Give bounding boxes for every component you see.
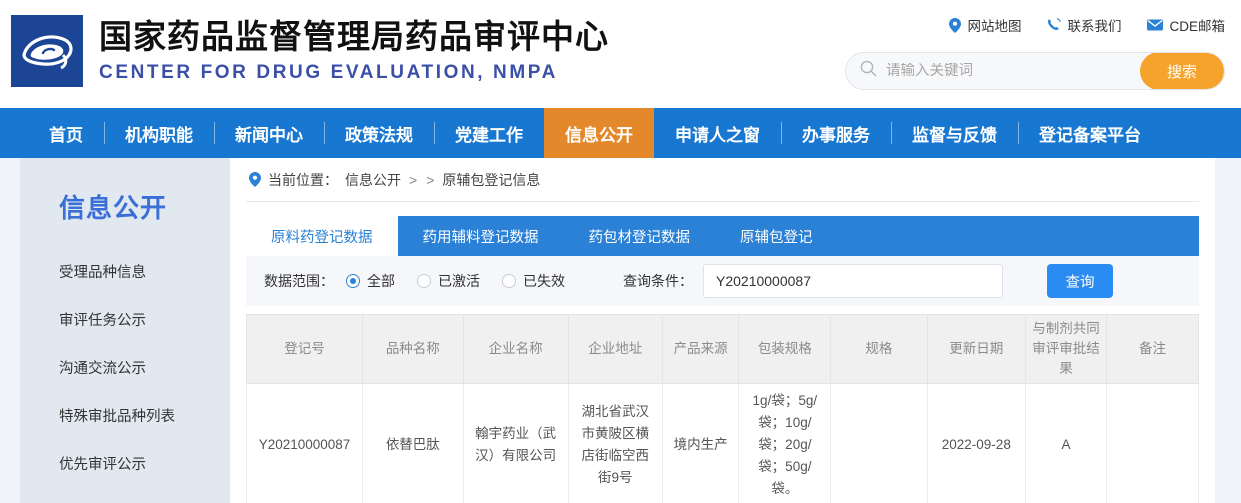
col-company-address: 企业地址	[568, 315, 662, 384]
col-product-source: 产品来源	[662, 315, 739, 384]
radio-all-dot	[346, 274, 360, 288]
brand: 国家药品监督管理局药品审评中心 CENTER FOR DRUG EVALUATI…	[0, 0, 609, 87]
breadcrumb-root[interactable]: 信息公开	[345, 170, 401, 190]
nav-item-info-disclosure[interactable]: 信息公开	[544, 108, 654, 158]
nav-item-services[interactable]: 办事服务	[781, 108, 891, 158]
nav-item-supervision[interactable]: 监督与反馈	[891, 108, 1018, 158]
col-registration-no: 登记号	[247, 315, 363, 384]
cell-review-result: A	[1026, 384, 1107, 503]
query-condition-label: 查询条件：	[623, 271, 693, 291]
top-link-contact-label: 联系我们	[1067, 15, 1121, 35]
results-table-wrapper: 登记号 品种名称 企业名称 企业地址 产品来源 包装规格 规格 更新日期 与制剂…	[246, 314, 1199, 503]
sidebar-item-review-tasks[interactable]: 审评任务公示	[20, 297, 230, 345]
data-scope-label: 数据范围：	[264, 271, 334, 291]
breadcrumb-prefix: 当前位置：	[268, 170, 338, 190]
nav-item-functions[interactable]: 机构职能	[104, 108, 214, 158]
col-product-name: 品种名称	[362, 315, 463, 384]
cell-product-name: 依替巴肽	[362, 384, 463, 503]
sidebar-item-priority-review[interactable]: 优先审评公示	[20, 441, 230, 489]
sidebar-item-special-approval[interactable]: 特殊审批品种列表	[20, 393, 230, 441]
radio-activated-label: 已激活	[438, 271, 480, 291]
cell-registration-no: Y20210000087	[247, 384, 363, 503]
cell-company-name: 翰宇药业（武汉）有限公司	[463, 384, 568, 503]
top-link-sitemap-label: 网站地图	[967, 15, 1021, 35]
data-scope-radio-group: 全部 已激活 已失效	[346, 271, 565, 291]
envelope-icon	[1147, 19, 1163, 31]
page-body: 信息公开 受理品种信息 审评任务公示 沟通交流公示 特殊审批品种列表 优先审评公…	[0, 158, 1241, 503]
col-company-name: 企业名称	[463, 315, 568, 384]
cell-package-spec: 1g/袋；5g/袋；10g/袋；20g/袋；50g/袋。	[739, 384, 831, 503]
phone-icon	[1047, 18, 1061, 32]
col-update-date: 更新日期	[927, 315, 1025, 384]
tab-excipient-registration[interactable]: 药用辅料登记数据	[398, 216, 564, 256]
header-utility-area: 网站地图 联系我们 CDE邮箱	[845, 14, 1225, 90]
location-pin-icon	[249, 172, 261, 187]
table-header-row: 登记号 品种名称 企业名称 企业地址 产品来源 包装规格 规格 更新日期 与制剂…	[247, 315, 1199, 384]
search-button[interactable]: 搜索	[1140, 52, 1224, 90]
search-bar: 搜索	[845, 52, 1225, 90]
query-input[interactable]	[703, 264, 1003, 298]
cde-eye-logo-icon	[11, 15, 83, 87]
site-header: 国家药品监督管理局药品审评中心 CENTER FOR DRUG EVALUATI…	[0, 0, 1241, 108]
breadcrumb: 当前位置： 信息公开 > > 原辅包登记信息	[246, 158, 1199, 202]
col-review-result: 与制剂共同审评审批结果	[1026, 315, 1107, 384]
radio-all-label: 全部	[367, 271, 395, 291]
top-links: 网站地图 联系我们 CDE邮箱	[845, 14, 1225, 36]
breadcrumb-separator-2: >	[425, 172, 435, 188]
breadcrumb-current: 原辅包登记信息	[442, 170, 540, 190]
main-nav: 首页 机构职能 新闻中心 政策法规 党建工作 信息公开 申请人之窗 办事服务 监…	[0, 108, 1241, 158]
search-icon	[860, 60, 877, 82]
content-panel: 当前位置： 信息公开 > > 原辅包登记信息 原料药登记数据 药用辅料登记数据 …	[230, 158, 1215, 503]
radio-all[interactable]: 全部	[346, 271, 395, 291]
tab-packaging-registration[interactable]: 药包材登记数据	[564, 216, 716, 256]
radio-activated[interactable]: 已激活	[417, 271, 480, 291]
radio-expired-dot	[502, 274, 516, 288]
data-tabs: 原料药登记数据 药用辅料登记数据 药包材登记数据 原辅包登记	[246, 216, 1199, 256]
top-link-mailbox[interactable]: CDE邮箱	[1147, 15, 1225, 35]
radio-expired-label: 已失效	[523, 271, 565, 291]
sidebar-item-breakthrough-therapy[interactable]: 突破性治疗公示	[20, 489, 230, 503]
site-title-cn: 国家药品监督管理局药品审评中心	[99, 17, 609, 57]
col-package-spec: 包装规格	[739, 315, 831, 384]
location-pin-icon	[949, 18, 961, 33]
nav-item-home[interactable]: 首页	[28, 108, 104, 158]
query-submit-button[interactable]: 查询	[1047, 264, 1113, 298]
col-spec: 规格	[831, 315, 927, 384]
site-title-en: CENTER FOR DRUG EVALUATION, NMPA	[99, 60, 609, 86]
tab-api-registration[interactable]: 原料药登记数据	[246, 216, 398, 256]
top-link-mailbox-label: CDE邮箱	[1169, 15, 1225, 35]
cell-company-address: 湖北省武汉市黄陂区横店街临空西街9号	[568, 384, 662, 503]
radio-activated-dot	[417, 274, 431, 288]
results-table: 登记号 品种名称 企业名称 企业地址 产品来源 包装规格 规格 更新日期 与制剂…	[246, 314, 1199, 503]
tab-combined-registration[interactable]: 原辅包登记	[715, 216, 838, 256]
nav-item-news[interactable]: 新闻中心	[214, 108, 324, 158]
sidebar: 信息公开 受理品种信息 审评任务公示 沟通交流公示 特殊审批品种列表 优先审评公…	[20, 158, 230, 503]
sidebar-title: 信息公开	[20, 180, 230, 225]
top-link-sitemap[interactable]: 网站地图	[949, 15, 1021, 35]
nav-item-registration-platform[interactable]: 登记备案平台	[1018, 108, 1162, 158]
sidebar-list: 受理品种信息 审评任务公示 沟通交流公示 特殊审批品种列表 优先审评公示 突破性…	[20, 249, 230, 503]
nav-item-applicant-window[interactable]: 申请人之窗	[654, 108, 781, 158]
cell-spec	[831, 384, 927, 503]
cell-update-date: 2022-09-28	[927, 384, 1025, 503]
cell-remark	[1107, 384, 1199, 503]
sidebar-item-communication[interactable]: 沟通交流公示	[20, 345, 230, 393]
table-row[interactable]: Y20210000087 依替巴肽 翰宇药业（武汉）有限公司 湖北省武汉市黄陂区…	[247, 384, 1199, 503]
radio-expired[interactable]: 已失效	[502, 271, 565, 291]
cell-product-source: 境内生产	[662, 384, 739, 503]
nav-item-party[interactable]: 党建工作	[434, 108, 544, 158]
breadcrumb-separator-1: >	[408, 172, 418, 188]
nav-item-policy[interactable]: 政策法规	[324, 108, 434, 158]
sidebar-item-accepted-varieties[interactable]: 受理品种信息	[20, 249, 230, 297]
search-input[interactable]	[877, 63, 1140, 79]
filter-bar: 数据范围： 全部 已激活 已失效 查询条件： 查询	[246, 256, 1199, 306]
col-remark: 备注	[1107, 315, 1199, 384]
top-link-contact[interactable]: 联系我们	[1047, 15, 1121, 35]
